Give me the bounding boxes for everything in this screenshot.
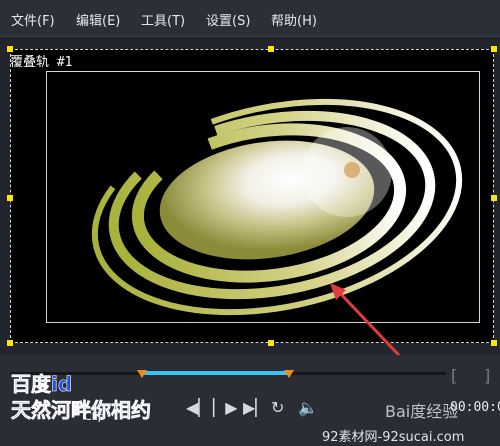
go-to-end-icon[interactable]: ▶▏	[243, 400, 268, 416]
baidu-watermark: Bai度经验	[385, 402, 459, 421]
step-back-icon[interactable]: ◀▏	[186, 400, 211, 416]
repeat-icon[interactable]: ↻	[271, 400, 284, 416]
mark-out-icon[interactable]: ]	[484, 366, 490, 385]
trim-start-marker[interactable]	[137, 370, 147, 378]
site-watermark: 92素材网-92sucai.com	[322, 430, 465, 445]
volume-icon[interactable]: 🔈	[298, 400, 318, 416]
mark-in-icon[interactable]: [	[451, 366, 457, 385]
overlay-text-line-1: 百度id	[11, 372, 73, 397]
step-forward-icon[interactable]: ▏▶	[213, 400, 238, 416]
trim-range[interactable]	[142, 371, 289, 375]
overlay-text-line-2: 天然河畔你相约	[11, 398, 152, 423]
trim-end-marker[interactable]	[284, 370, 294, 378]
